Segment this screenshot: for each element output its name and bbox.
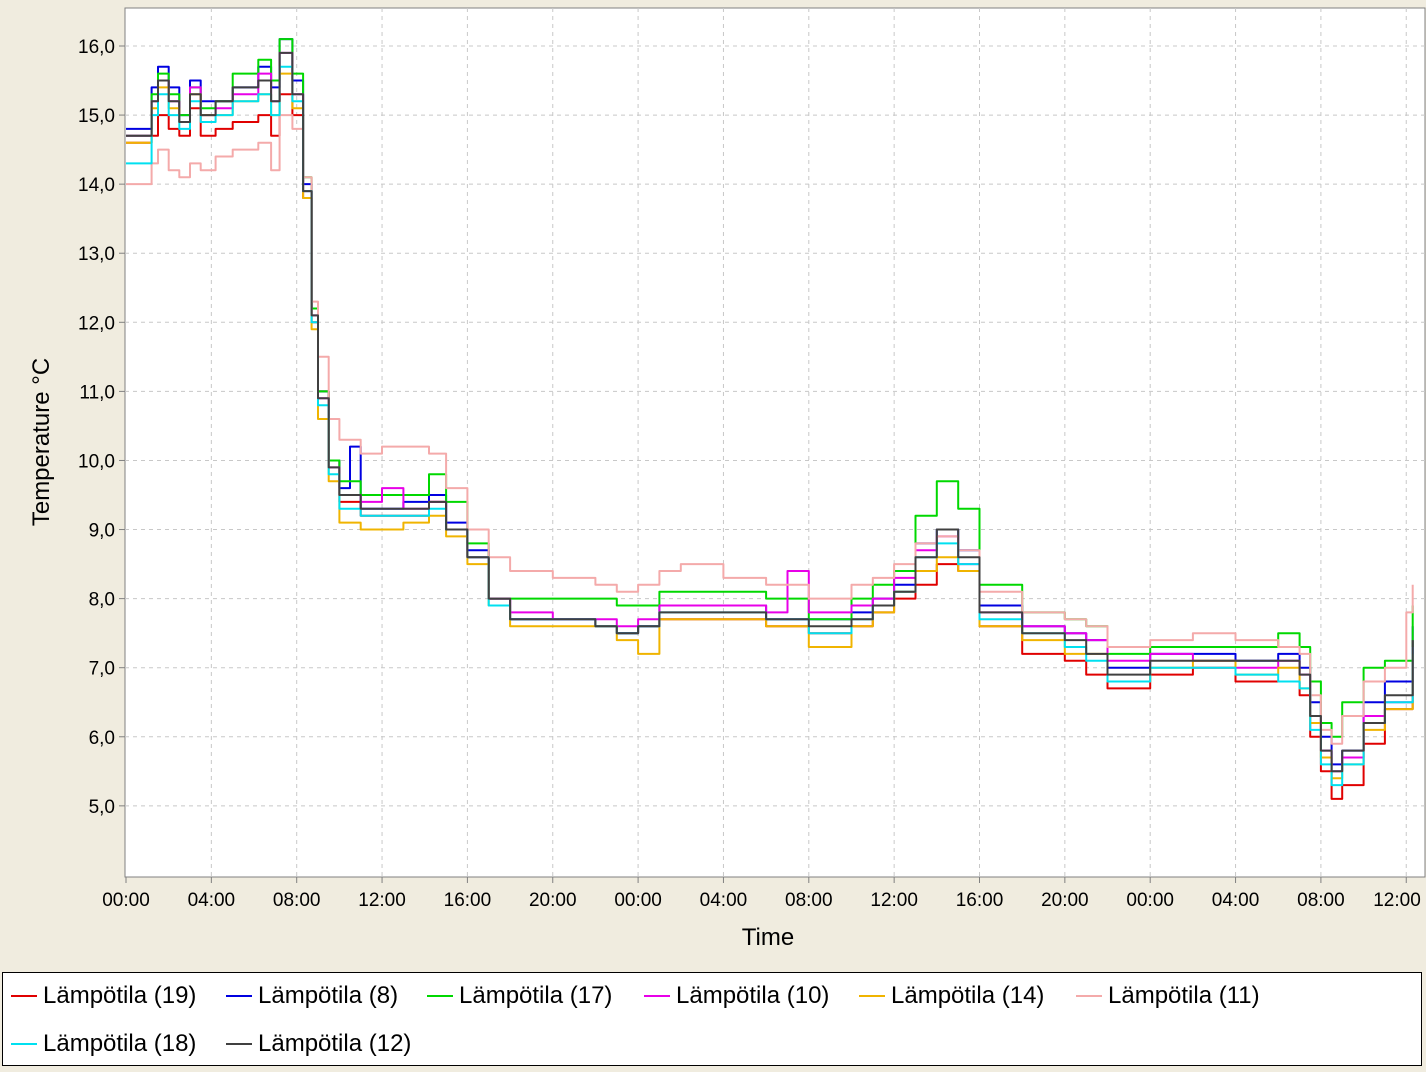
x-tick-label: 08:00 [273,890,321,911]
legend-item: Lämpötila (8) [226,981,398,1011]
legend-item: Lämpötila (18) [11,1029,196,1059]
legend-label: Lämpötila (14) [891,982,1045,1009]
y-tick-label: 16,0 [78,37,115,58]
y-tick-label: 12,0 [78,313,115,334]
legend-item: Lämpötila (12) [226,1029,411,1059]
y-axis: 5,0 6,0 7,0 8,0 9,0 10,0 11,0 12,0 13,0 14,0 15,0 1… [78,37,125,818]
legend-label: Lämpötila (19) [43,982,197,1009]
plot-area [124,7,1426,878]
legend-item: Lämpötila (11) [1076,981,1260,1011]
x-tick-label: 04:00 [188,890,236,911]
x-axis-title: Time [742,924,794,951]
x-tick-label: 12:00 [870,890,918,911]
x-tick-label: 20:00 [529,890,577,911]
x-tick-label: 16:00 [444,890,492,911]
legend-swatch [226,995,252,997]
legend-item: Lämpötila (17) [427,981,612,1011]
legend-label: Lämpötila (8) [258,982,399,1009]
x-tick-label: 00:00 [102,890,150,911]
y-tick-label: 8,0 [89,590,115,611]
y-tick-label: 11,0 [79,382,115,403]
legend-swatch [1076,995,1102,997]
legend-label: Lämpötila (10) [676,982,830,1009]
legend-swatch [644,995,670,997]
x-tick-label: 08:00 [785,890,833,911]
legend-item: Lämpötila (14) [859,981,1044,1011]
x-tick-label: 12:00 [1373,890,1421,911]
x-tick-label: 04:00 [700,890,748,911]
legend-swatch [11,1043,37,1045]
legend-label: Lämpötila (18) [43,1030,197,1057]
y-tick-label: 13,0 [78,244,115,265]
legend-label: Lämpötila (11) [1108,982,1260,1009]
x-tick-label: 12:00 [358,890,406,911]
legend-label: Lämpötila (12) [258,1030,412,1057]
legend-item: Lämpötila (10) [644,981,829,1011]
x-tick-label: 00:00 [614,890,662,911]
x-axis: 00:00 04:00 08:00 12:00 16:00 20:00 00:00 04:00… [102,877,1421,911]
temperature-chart: 5,0 6,0 7,0 8,0 9,0 10,0 11,0 12,0 13,0 14,0 15,0 1… [28,7,1426,951]
legend-label: Lämpötila (17) [459,982,613,1009]
x-tick-label: 20:00 [1041,890,1089,911]
legend-swatch [226,1043,252,1045]
legend-swatch [427,995,453,997]
y-axis-title: Temperature °C [28,358,55,526]
legend: Lämpötila (19) Lämpötila (8) Lämpötila (17… [2,972,1422,1066]
x-tick-label: 08:00 [1297,890,1345,911]
x-tick-label: 00:00 [1126,890,1174,911]
y-tick-label: 5,0 [89,797,115,818]
y-tick-label: 9,0 [89,521,115,542]
x-tick-label: 04:00 [1212,890,1260,911]
y-tick-label: 6,0 [89,728,115,749]
legend-swatch [859,995,885,997]
legend-swatch [11,995,37,997]
y-tick-label: 7,0 [89,659,115,680]
x-tick-label: 16:00 [956,890,1004,911]
y-tick-label: 10,0 [78,451,115,472]
legend-item: Lämpötila (19) [11,981,196,1011]
y-tick-label: 15,0 [78,106,115,127]
y-tick-label: 14,0 [78,175,115,196]
